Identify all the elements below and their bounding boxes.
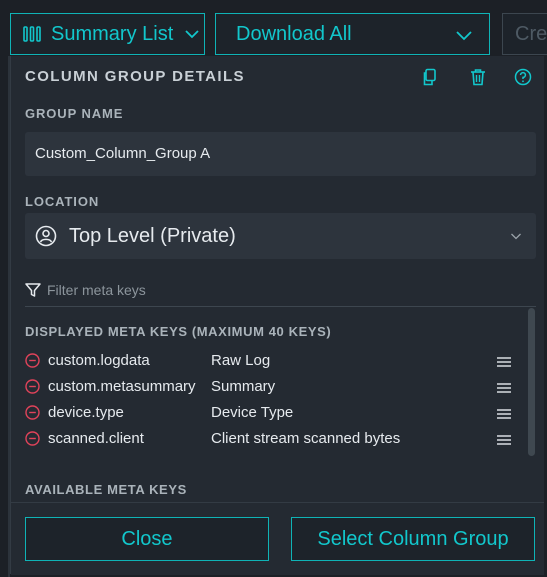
help-icon[interactable] bbox=[514, 68, 532, 86]
toolbar: Summary List Download All Crea bbox=[0, 0, 547, 56]
panel-title: COLUMN GROUP DETAILS bbox=[25, 68, 245, 85]
columns-icon bbox=[23, 26, 41, 42]
remove-icon[interactable] bbox=[25, 404, 40, 420]
drag-handle-icon[interactable] bbox=[496, 382, 512, 394]
summary-list-button[interactable]: Summary List bbox=[10, 13, 205, 55]
download-all-dropdown[interactable]: Download All bbox=[215, 13, 490, 55]
meta-key-name: custom.metasummary bbox=[48, 377, 196, 395]
filter-icon bbox=[25, 283, 41, 297]
filter-meta-keys-input[interactable] bbox=[47, 282, 507, 298]
drag-handle-icon[interactable] bbox=[496, 408, 512, 420]
displayed-meta-keys-list: custom.logdata Raw Log custom.metasummary S… bbox=[25, 347, 525, 451]
drag-handle-icon[interactable] bbox=[496, 356, 512, 368]
copy-icon[interactable] bbox=[421, 68, 439, 86]
meta-key-name: device.type bbox=[48, 403, 124, 421]
meta-key-display-name: Client stream scanned bytes bbox=[211, 429, 401, 447]
scrollbar[interactable] bbox=[528, 308, 535, 456]
download-all-label: Download All bbox=[236, 22, 352, 45]
remove-icon[interactable] bbox=[25, 378, 40, 394]
location-select[interactable]: Top Level (Private) bbox=[25, 213, 536, 259]
meta-key-row[interactable]: custom.metasummary Summary bbox=[25, 373, 525, 399]
column-group-details-panel: COLUMN GROUP DETAILS GROUP NAME Custom_C… bbox=[10, 56, 544, 575]
meta-key-row[interactable]: device.type Device Type bbox=[25, 399, 525, 425]
filter-row bbox=[25, 274, 536, 307]
summary-list-label: Summary List bbox=[51, 22, 174, 45]
location-value: Top Level (Private) bbox=[69, 224, 236, 247]
meta-key-display-name: Device Type bbox=[211, 403, 294, 421]
trash-icon[interactable] bbox=[469, 68, 487, 86]
location-label: LOCATION bbox=[25, 194, 100, 209]
meta-key-display-name: Summary bbox=[211, 377, 276, 395]
chevron-down-icon bbox=[456, 31, 472, 41]
available-meta-keys-label: AVAILABLE META KEYS bbox=[25, 482, 187, 497]
group-name-label: GROUP NAME bbox=[25, 106, 124, 121]
meta-key-name: scanned.client bbox=[48, 429, 144, 447]
meta-key-row[interactable]: custom.logdata Raw Log bbox=[25, 347, 525, 373]
create-label: Crea bbox=[515, 22, 547, 45]
drag-handle-icon[interactable] bbox=[496, 434, 512, 446]
group-name-field[interactable]: Custom_Column_Group A bbox=[25, 132, 536, 176]
select-column-group-button[interactable]: Select Column Group bbox=[291, 517, 535, 561]
create-button[interactable]: Crea bbox=[502, 13, 547, 55]
meta-key-row[interactable]: scanned.client Client stream scanned byte… bbox=[25, 425, 525, 451]
user-circle-icon bbox=[35, 225, 57, 247]
panel-footer: Close Select Column Group bbox=[11, 502, 544, 575]
remove-icon[interactable] bbox=[25, 430, 40, 446]
panel-header: COLUMN GROUP DETAILS bbox=[11, 56, 544, 96]
close-button[interactable]: Close bbox=[25, 517, 269, 561]
group-name-value: Custom_Column_Group A bbox=[35, 145, 211, 162]
meta-key-display-name: Raw Log bbox=[211, 351, 271, 369]
chevron-down-icon bbox=[511, 233, 521, 240]
remove-icon[interactable] bbox=[25, 352, 40, 368]
displayed-meta-keys-label: DISPLAYED META KEYS (MAXIMUM 40 KEYS) bbox=[25, 324, 332, 339]
meta-key-name: custom.logdata bbox=[48, 351, 150, 369]
chevron-down-icon bbox=[185, 30, 199, 39]
